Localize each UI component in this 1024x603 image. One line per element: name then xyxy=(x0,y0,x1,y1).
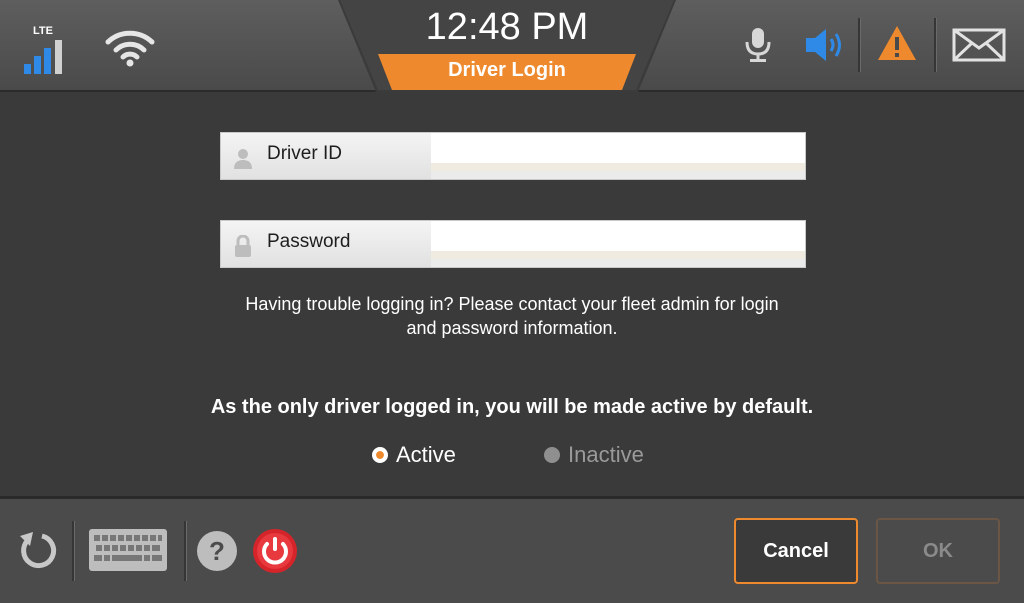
refresh-icon[interactable] xyxy=(16,528,58,572)
mail-icon[interactable] xyxy=(952,28,1006,62)
screen-title: Driver Login xyxy=(448,59,566,81)
cancel-button[interactable]: Cancel xyxy=(734,518,858,584)
clock-time: 12:48 PM xyxy=(425,6,589,48)
radio-inactive[interactable]: Inactive xyxy=(544,442,644,468)
help-text: Having trouble logging in? Please contac… xyxy=(0,292,1024,340)
user-icon xyxy=(234,149,252,169)
status-bar: LTE 12:48 PM Driver Login xyxy=(0,0,1024,92)
signal-bars-icon: LTE xyxy=(22,22,72,74)
network-type-label: LTE xyxy=(33,25,53,37)
driver-id-label: Driver ID xyxy=(267,143,342,164)
warning-icon[interactable] xyxy=(876,24,918,62)
radio-active[interactable]: Active xyxy=(372,442,456,468)
help-icon[interactable]: ? xyxy=(196,530,238,572)
svg-text:?: ? xyxy=(209,536,225,566)
driver-id-input[interactable] xyxy=(431,133,805,171)
driver-id-field: Driver ID xyxy=(220,132,806,180)
radio-active-label: Active xyxy=(396,442,456,467)
power-icon[interactable] xyxy=(252,528,298,574)
active-default-message: As the only driver logged in, you will b… xyxy=(210,396,814,418)
radio-inactive-indicator[interactable] xyxy=(544,447,560,463)
lock-icon xyxy=(235,235,251,257)
help-text-line-1: Having trouble logging in? Please contac… xyxy=(245,294,779,314)
password-field: Password xyxy=(220,220,806,268)
wifi-icon xyxy=(105,30,155,67)
keyboard-icon[interactable] xyxy=(88,528,168,572)
radio-active-indicator[interactable] xyxy=(372,447,388,463)
clock-panel: 12:48 PM Driver Login xyxy=(338,0,676,92)
ok-button[interactable]: OK xyxy=(876,518,1000,584)
help-text-line-2: and password information. xyxy=(406,318,618,338)
radio-inactive-label: Inactive xyxy=(568,442,644,467)
speaker-icon[interactable] xyxy=(804,26,850,64)
password-input[interactable] xyxy=(431,221,805,259)
password-label: Password xyxy=(267,231,351,252)
microphone-icon[interactable] xyxy=(744,26,772,64)
